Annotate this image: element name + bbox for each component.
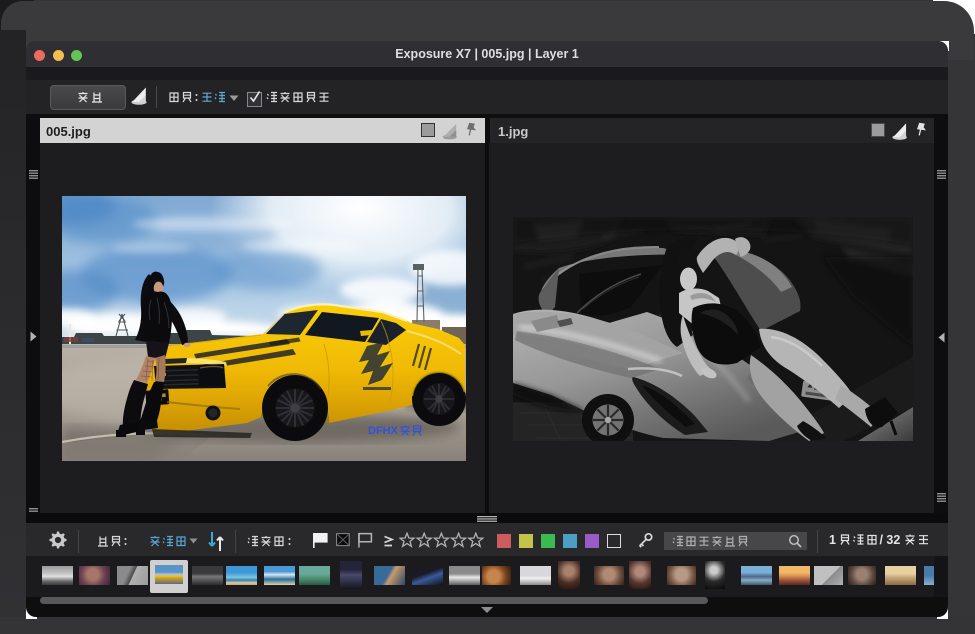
svg-text:DFHX: DFHX: [368, 425, 399, 437]
